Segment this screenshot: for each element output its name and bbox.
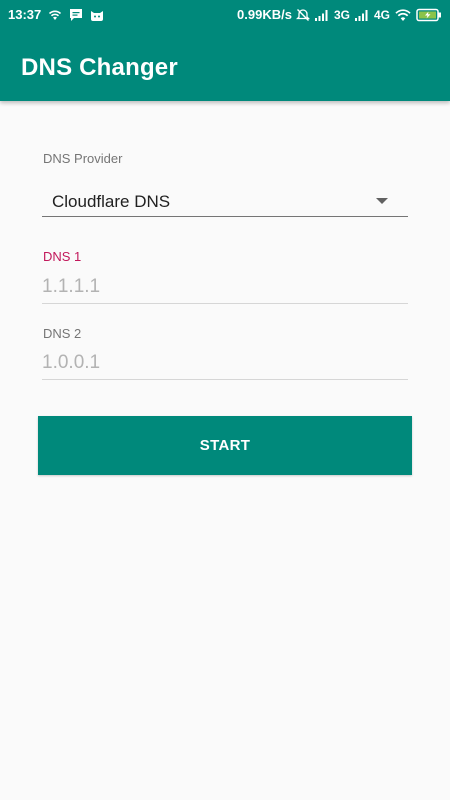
dropdown-arrow-icon: [376, 198, 388, 204]
alarm-off-icon: [295, 9, 310, 21]
wifi-notification-icon: [49, 10, 62, 20]
net-speed: 0.99KB/s: [237, 7, 292, 22]
signal-icon-1: [314, 10, 328, 21]
dns1-label: DNS 1: [43, 249, 82, 264]
app-title: DNS Changer: [21, 54, 178, 81]
dns1-value: 1.1.1.1: [42, 276, 101, 297]
cat-app-icon: [91, 11, 104, 21]
dns-provider-dropdown[interactable]: Cloudflare DNS: [42, 186, 408, 217]
signal-icon-2: [354, 10, 368, 21]
dns2-value: 1.0.0.1: [42, 352, 101, 373]
app-bar: 13:37 0.99KB/s 3G 4G DNS Changer: [0, 0, 450, 101]
dns2-label: DNS 2: [43, 326, 82, 341]
dns1-field[interactable]: 1.1.1.1: [42, 272, 408, 304]
start-button[interactable]: START: [38, 416, 412, 475]
status-bar: 13:37 0.99KB/s 3G 4G: [0, 0, 450, 31]
status-time: 13:37: [8, 7, 42, 22]
dns-provider-label: DNS Provider: [43, 151, 123, 166]
dns2-field[interactable]: 1.0.0.1: [42, 348, 408, 380]
net-type-3g: 3G: [333, 8, 350, 22]
message-icon: [70, 9, 83, 21]
wifi-icon: [395, 9, 411, 21]
battery-charging-icon: [416, 8, 441, 22]
dns-provider-selected: Cloudflare DNS: [52, 192, 171, 211]
net-type-4g: 4G: [373, 8, 390, 22]
